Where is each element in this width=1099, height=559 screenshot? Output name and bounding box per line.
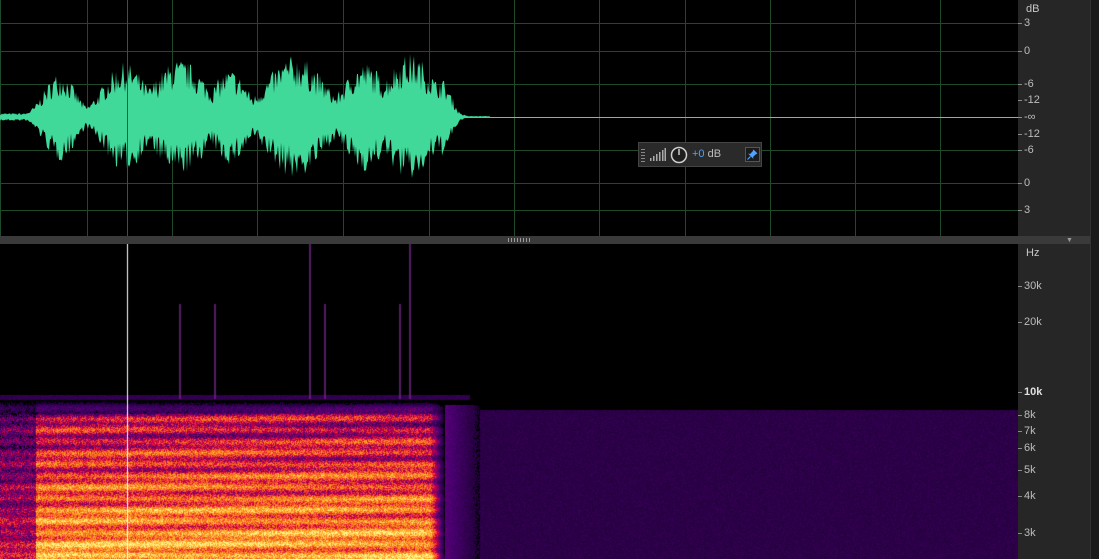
db-tick-mark <box>1018 84 1022 85</box>
level-meter-icon <box>650 148 666 161</box>
db-tick-label: 0 <box>1024 177 1031 189</box>
db-tick-mark <box>1018 150 1022 151</box>
panel-divider[interactable]: ▼ <box>0 236 1099 244</box>
db-tick-mark <box>1018 210 1022 211</box>
hz-tick-mark <box>1018 496 1022 497</box>
hz-tick-mark <box>1018 533 1022 534</box>
hz-tick-label: 3k <box>1024 527 1036 539</box>
hz-tick-mark <box>1018 431 1022 432</box>
hud-gain-readout[interactable]: +0 dB <box>692 148 721 160</box>
db-tick-mark <box>1018 23 1022 24</box>
hud-drag-handle-icon[interactable] <box>641 147 645 162</box>
hz-tick-mark <box>1018 415 1022 416</box>
db-tick-label: 3 <box>1024 17 1031 29</box>
hz-tick-label: 6k <box>1024 442 1036 454</box>
waveform-path <box>0 54 490 178</box>
hz-tick-label: 8k <box>1024 409 1036 421</box>
hz-tick-label: 7k <box>1024 425 1036 437</box>
db-tick-mark <box>1018 134 1022 135</box>
db-tick-mark <box>1018 183 1022 184</box>
db-tick-label: -12 <box>1024 94 1040 106</box>
hud-gain-value[interactable]: +0 <box>692 148 705 160</box>
hz-unit-label: Hz <box>1026 247 1040 259</box>
hud-gain-unit: dB <box>707 148 722 160</box>
collapse-arrow-icon[interactable]: ▼ <box>1066 237 1073 244</box>
db-tick-label: -6 <box>1024 144 1034 156</box>
db-tick-label: 0 <box>1024 45 1031 57</box>
db-tick-label: -6 <box>1024 78 1034 90</box>
divider-grip-icon[interactable] <box>508 238 530 242</box>
db-tick-label: 3 <box>1024 204 1031 216</box>
db-unit-label: dB <box>1026 3 1040 15</box>
hz-tick-label: 4k <box>1024 490 1036 502</box>
hz-tick-label: 10k <box>1024 386 1043 398</box>
db-tick-mark <box>1018 117 1022 118</box>
hz-tick-label: 30k <box>1024 280 1042 292</box>
hz-tick-mark <box>1018 286 1022 287</box>
hz-ruler[interactable]: Hz 30k 20k 10k 8k 7k 6k 5k 4k 3k <box>1018 244 1090 559</box>
db-tick-mark <box>1018 100 1022 101</box>
spectrogram-canvas[interactable] <box>0 244 1018 559</box>
spectrogram-panel[interactable] <box>0 244 1018 559</box>
waveform-canvas[interactable] <box>0 0 1018 236</box>
hz-tick-label: 5k <box>1024 464 1036 476</box>
vertical-scrollbar[interactable] <box>1090 0 1099 559</box>
db-ruler[interactable]: dB 3 0 -6 -12 -∞ -12 -6 0 3 <box>1018 0 1090 236</box>
db-tick-label: -12 <box>1024 128 1040 140</box>
hz-tick-label: 20k <box>1024 316 1042 328</box>
hz-tick-mark <box>1018 448 1022 449</box>
hud-gain-control[interactable]: +0 dB <box>638 142 762 167</box>
db-tick-label: -∞ <box>1024 111 1036 123</box>
waveform-panel[interactable] <box>0 0 1018 236</box>
hz-tick-mark <box>1018 470 1022 471</box>
hz-tick-mark <box>1018 322 1022 323</box>
pin-icon[interactable] <box>745 147 760 162</box>
db-tick-mark <box>1018 51 1022 52</box>
hz-tick-mark <box>1018 392 1022 393</box>
gain-knob-icon[interactable] <box>670 146 688 164</box>
